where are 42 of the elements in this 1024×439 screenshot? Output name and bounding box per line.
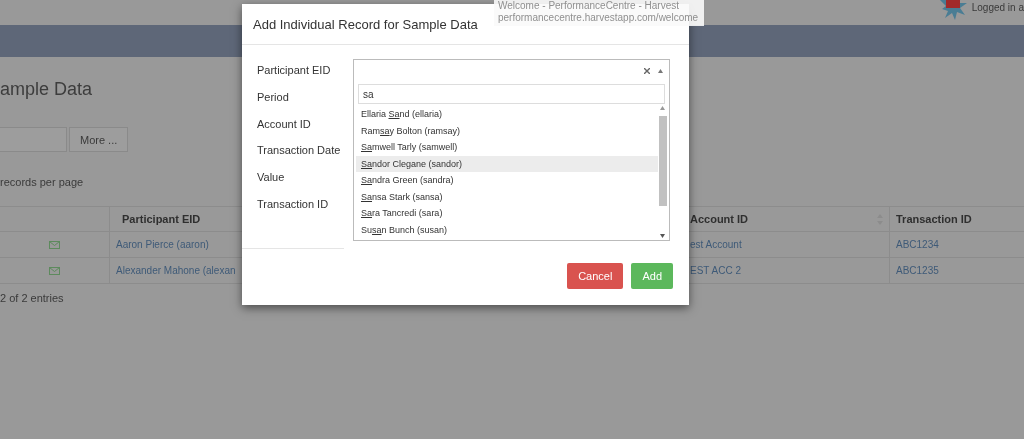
dropdown-option[interactable]: Ramsay Bolton (ramsay) — [356, 122, 658, 139]
dropdown-option[interactable]: Sandra Green (sandra) — [356, 172, 658, 189]
envelope-icon[interactable] — [49, 266, 60, 275]
column-header[interactable]: Transaction ID — [890, 206, 1024, 232]
search-input[interactable]: sa — [358, 84, 665, 104]
dropdown-option[interactable]: Sandor Clegane (sandor) — [356, 155, 658, 172]
table-cell[interactable]: ABC1235 — [896, 265, 939, 276]
field-label: Transaction Date — [257, 144, 342, 159]
field-label: Value — [257, 171, 286, 186]
table-cell[interactable]: EST ACC 2 — [690, 265, 741, 276]
dropdown-option[interactable]: Samwell Tarly (samwell) — [356, 139, 658, 156]
table-cell[interactable]: est Account — [690, 239, 742, 250]
more-button[interactable]: More ... — [69, 127, 129, 152]
envelope-icon[interactable] — [49, 240, 60, 249]
field-label: Participant EID — [257, 64, 332, 78]
scroll-down-icon[interactable] — [660, 234, 665, 238]
tooltip-title: Welcome - PerformanceCentre - Harvest — [498, 0, 680, 12]
cancel-button[interactable]: Cancel — [567, 263, 624, 289]
entries-count: 2 of 2 entries — [0, 292, 64, 304]
field-label: Period — [257, 90, 290, 105]
field-label: Transaction ID — [257, 198, 330, 212]
modal-title: Add Individual Record for Sample Data — [253, 16, 478, 32]
clear-icon[interactable] — [644, 68, 650, 74]
dropdown-option[interactable]: Sansa Stark (sansa) — [356, 188, 658, 205]
field-label: Account ID — [257, 117, 312, 132]
table-cell[interactable]: Alexander Mahone (alexan — [116, 265, 236, 276]
column-header[interactable]: Participant EID — [110, 206, 242, 232]
page-title: ample Data — [0, 78, 93, 101]
participant-select[interactable]: sa Ellaria Sand (ellaria) Ramsay Bolton (ramsay) Samwell Tarly (samwell) Sandor Clegane (sandor) Sandra Green (sandra) Sansa Stark (sansa) Sara Tancredi (sara) Susan Bunch (susan) — [353, 59, 670, 241]
table-cell[interactable]: Aaron Pierce (aaron) — [116, 239, 209, 250]
caret-up-icon[interactable] — [658, 69, 663, 73]
table-cell[interactable]: ABC1234 — [896, 239, 939, 250]
scrollbar-thumb[interactable] — [658, 116, 667, 206]
dropdown-option[interactable]: Sara Tancredi (sara) — [356, 205, 658, 222]
page-size-label: records per page — [0, 176, 84, 188]
logged-in-text: Logged in a — [971, 1, 1024, 13]
column-header[interactable]: Account ID — [689, 206, 890, 232]
dropdown-option[interactable]: Susan Bunch (susan) — [356, 221, 658, 238]
dropdown-option[interactable]: Ellaria Sand (ellaria) — [356, 106, 658, 123]
add-button[interactable]: Add — [631, 263, 673, 289]
tooltip-url: performancecentre.harvestapp.com/welcome — [498, 12, 699, 24]
scroll-up-icon[interactable] — [660, 106, 665, 110]
